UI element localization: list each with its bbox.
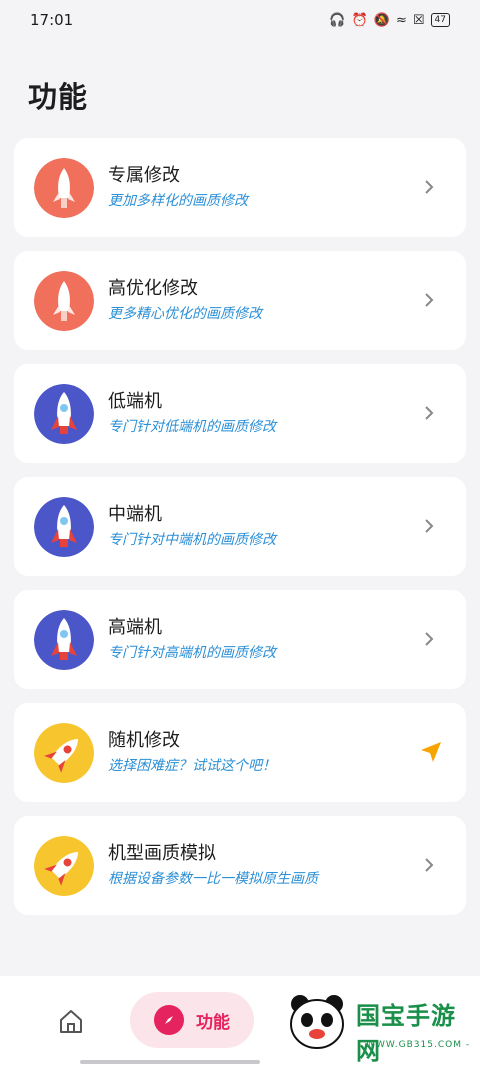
home-indicator bbox=[80, 1060, 260, 1064]
yellow-rocket-icon bbox=[34, 723, 94, 783]
compass-icon bbox=[154, 1005, 184, 1035]
card-title: 低端机 bbox=[108, 391, 162, 412]
alarm-icon: ⏰ bbox=[351, 12, 368, 28]
feature-card-exclusive[interactable]: 专属修改 更加多样化的画质修改 bbox=[14, 138, 466, 237]
red-rocket-icon bbox=[34, 158, 94, 218]
card-subtitle: 选择困难症？试试这个吧！ bbox=[108, 758, 276, 774]
card-subtitle: 专门针对高端机的画质修改 bbox=[108, 645, 276, 661]
panda-logo-icon bbox=[290, 995, 344, 1049]
watermark: 国宝手游网 - WWW.GB315.COM - bbox=[266, 978, 480, 1066]
headphones-icon: 🎧 bbox=[329, 12, 346, 28]
red-rocket-icon bbox=[34, 271, 94, 331]
feature-card-device-simulation[interactable]: 机型画质模拟 根据设备参数一比一模拟原生画质 bbox=[14, 816, 466, 915]
watermark-title: 国宝手游网 bbox=[356, 1002, 456, 1065]
chevron-right-icon bbox=[425, 632, 434, 646]
chevron-right-icon bbox=[425, 180, 434, 194]
tab-features[interactable]: 功能 bbox=[130, 992, 254, 1048]
feature-card-mid-range[interactable]: 中端机 专门针对中端机的画质修改 bbox=[14, 477, 466, 576]
card-title: 机型画质模拟 bbox=[108, 843, 216, 864]
feature-card-optimized[interactable]: 高优化修改 更多精心优化的画质修改 bbox=[14, 251, 466, 350]
tab-label: 功能 bbox=[196, 1012, 230, 1033]
card-subtitle: 专门针对低端机的画质修改 bbox=[108, 419, 276, 435]
card-title: 高端机 bbox=[108, 617, 162, 638]
blue-rocket-icon bbox=[34, 610, 94, 670]
card-subtitle: 专门针对中端机的画质修改 bbox=[108, 532, 276, 548]
status-icons: 🎧 ⏰ 🔕 ≈ ☒ 47 bbox=[329, 13, 450, 28]
page-title: 功能 bbox=[28, 80, 89, 114]
card-title: 高优化修改 bbox=[108, 278, 198, 299]
send-arrow-icon bbox=[421, 742, 441, 762]
feature-card-low-end[interactable]: 低端机 专门针对低端机的画质修改 bbox=[14, 364, 466, 463]
card-title: 专属修改 bbox=[108, 165, 180, 186]
feature-list: 专属修改 更加多样化的画质修改 高优化修改 更多精心优化的画质修改 低端机 专门… bbox=[14, 138, 466, 929]
blue-rocket-icon bbox=[34, 497, 94, 557]
card-title: 随机修改 bbox=[108, 730, 180, 751]
status-time: 17:01 bbox=[30, 11, 74, 29]
sim-icon: ☒ bbox=[412, 12, 425, 28]
feature-card-high-end[interactable]: 高端机 专门针对高端机的画质修改 bbox=[14, 590, 466, 689]
chevron-right-icon bbox=[425, 519, 434, 533]
battery-indicator: 47 bbox=[430, 13, 450, 27]
home-icon[interactable] bbox=[56, 1006, 86, 1036]
status-bar: 17:01 🎧 ⏰ 🔕 ≈ ☒ 47 bbox=[0, 0, 480, 40]
wifi-icon: ≈ bbox=[395, 12, 407, 28]
blue-rocket-icon bbox=[34, 384, 94, 444]
chevron-right-icon bbox=[425, 293, 434, 307]
card-subtitle: 更加多样化的画质修改 bbox=[108, 193, 248, 209]
mute-icon: 🔕 bbox=[373, 12, 390, 28]
yellow-rocket-icon bbox=[34, 836, 94, 896]
watermark-url: - WWW.GB315.COM - bbox=[358, 1040, 471, 1050]
chevron-right-icon bbox=[425, 858, 434, 872]
feature-card-random[interactable]: 随机修改 选择困难症？试试这个吧！ bbox=[14, 703, 466, 802]
chevron-right-icon bbox=[425, 406, 434, 420]
card-title: 中端机 bbox=[108, 504, 162, 525]
card-subtitle: 更多精心优化的画质修改 bbox=[108, 306, 262, 322]
card-subtitle: 根据设备参数一比一模拟原生画质 bbox=[108, 871, 318, 887]
